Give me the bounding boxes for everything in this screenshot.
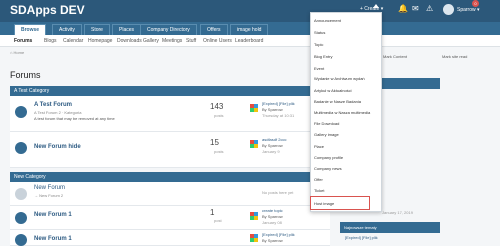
last-post-author[interactable]: By Sparrow [262,143,283,148]
colorful-avatar-icon [250,212,258,220]
last-post-date: January 08 [262,220,282,225]
category-header[interactable]: New Category [10,172,330,182]
notification-badge: 0 [472,0,479,7]
menu-item-announcement[interactable]: Announcement [314,18,341,23]
mark-content-checkbox[interactable]: Mark Content [383,54,407,59]
subnav-calendar[interactable]: Calendar [63,38,83,44]
last-post-author[interactable]: By Sparrow [262,214,283,219]
breadcrumb[interactable]: ⌂ Home [10,50,24,55]
menu-item-offer[interactable]: Offer [314,177,323,182]
forum-row[interactable]: A Test Forum A Test Forum 2 · Kategoria … [10,96,330,132]
forum-row[interactable]: New Forum 1 1 post create topic By Sparr… [10,206,330,230]
mark-site-read[interactable]: Mark site read [442,54,467,59]
forum-row[interactable]: New Forum → New Forum 2 No posts here ye… [10,182,330,206]
post-count: 1 [210,208,215,217]
menu-item-event[interactable]: Event [314,66,324,71]
menu-item-blog-entry[interactable]: Blog Entry [314,54,332,59]
menu-item-status[interactable]: Status [314,30,325,35]
avatar[interactable] [443,4,454,15]
app-title[interactable]: SDApps DEV [10,3,85,17]
forum-description: A test forum that may be removed at any … [34,116,115,121]
subnav-meetings[interactable]: Meetings [162,38,182,44]
tab-store[interactable]: Store [84,24,110,35]
subnav-blogs[interactable]: Blogs [44,38,57,44]
forum-name[interactable]: New Forum 1 [34,212,72,218]
menu-item-file-download[interactable]: File Download [314,121,339,126]
subnav-forums[interactable]: Forums [14,38,32,44]
subnav-stuff[interactable]: Stuff [186,38,196,44]
last-post-date: Thursday at 10:31 [262,113,295,118]
post-count: 15 [210,138,219,147]
latest-topic-link[interactable]: [Expired] [File] plik [345,235,378,240]
warning-icon[interactable]: ⚠ [426,5,433,13]
forum-icon [15,106,27,118]
forum-name[interactable]: New Forum 1 [34,236,72,242]
menu-item-place[interactable]: Place [314,144,324,149]
user-menu[interactable]: Sparrow ▾ [457,7,480,13]
page-title: Forums [10,70,41,80]
menu-pointer [373,4,379,8]
forum-row[interactable]: New Forum 1 [Expired] [File] plik By Spa… [10,230,330,246]
last-post-author[interactable]: By Sparrow [262,107,283,112]
colorful-avatar-icon [250,140,258,148]
menu-item-company-profile[interactable]: Company profile [314,155,343,160]
tab-offers[interactable]: Offers [200,24,228,35]
last-post-title[interactable]: [Expired] [File] plik [262,232,295,237]
forum-icon [15,142,27,154]
menu-item-wydanie[interactable]: Wydanie w Archiwum wydań [314,76,365,81]
last-post-date: January 9 [262,149,280,154]
bell-icon[interactable]: 🔔 [398,5,408,13]
highlight-box [310,196,370,210]
colorful-avatar-icon [250,234,258,242]
tab-company-directory[interactable]: Company Directory [140,24,197,35]
tab-places[interactable]: Places [112,24,142,35]
post-count-label: post [214,218,222,223]
forum-icon [15,234,27,246]
subforum-links[interactable]: → New Forum 2 [34,193,63,198]
colorful-avatar-icon [250,104,258,112]
menu-item-topic[interactable]: Topic [314,42,323,47]
last-post-title[interactable]: create topic [262,208,283,213]
forum-name[interactable]: A Test Forum [34,102,72,108]
menu-item-multimedia[interactable]: Multimedia w Nasza multimedia [314,110,370,115]
widget-header-latest: Najnowsze tematy [340,222,440,233]
subnav-online-users[interactable]: Online Users [203,38,232,44]
widget-date: January 17, 2019 [382,210,413,215]
last-post-title[interactable]: asdfasdf 2ccc [262,137,286,142]
menu-item-company-news[interactable]: Company news [314,166,342,171]
post-count-label: posts [214,113,224,118]
last-post-empty: No posts here yet [262,190,294,195]
forum-icon [15,212,27,224]
tab-browse[interactable]: Browse [14,24,47,35]
category-header[interactable]: A Test Category [10,86,330,96]
subnav-gallery[interactable]: Gallery [143,38,159,44]
post-count-label: posts [214,149,224,154]
subnav-downloads[interactable]: Downloads [117,38,142,44]
envelope-icon[interactable]: ✉ [412,5,419,13]
menu-item-ticket[interactable]: Ticket [314,188,325,193]
tab-activity[interactable]: Activity [52,24,82,35]
menu-item-gallery-image[interactable]: Gallery image [314,132,339,137]
menu-item-artykul[interactable]: Artykuł w Aktualności [314,88,352,93]
forum-name[interactable]: New Forum hide [34,144,81,150]
subnav-homepage[interactable]: Homepage [88,38,112,44]
last-post-author[interactable]: By Sparrow [262,238,283,243]
forum-row[interactable]: New Forum hide 15 posts asdfasdf 2ccc By… [10,132,330,168]
last-post-title[interactable]: [Expired] [File] plik [262,101,295,106]
forum-icon [15,188,27,200]
subnav-leaderboard[interactable]: Leaderboard [235,38,263,44]
subforum-links[interactable]: A Test Forum 2 · Kategoria [34,110,82,115]
forum-name[interactable]: New Forum [34,185,65,191]
post-count: 143 [210,102,224,111]
menu-item-badanie[interactable]: Badanie w Nasze Badania [314,99,361,104]
tab-image-hold[interactable]: image hold [230,24,269,35]
